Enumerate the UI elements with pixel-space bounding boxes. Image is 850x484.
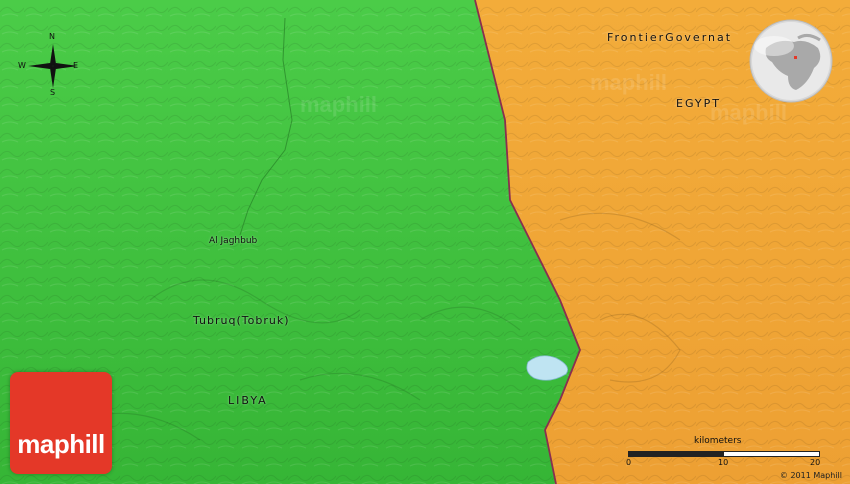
globe-locator-icon (749, 19, 833, 103)
watermark: maphill (590, 70, 668, 95)
region-label-frontier: FrontierGovernat (607, 31, 733, 44)
compass-east: E (73, 61, 79, 70)
terrain-map (0, 0, 850, 484)
region-label-tubruq: Tubruq(Tobruk) (193, 314, 290, 327)
scale-bar: kilometers 0 10 20 (624, 436, 824, 470)
copyright-text: © 2011 Maphill (779, 471, 842, 480)
maphill-logo-text: maphill (17, 429, 105, 459)
town-label-jaghbub: Al Jaghbub (209, 236, 258, 246)
scale-tick-20: 20 (810, 458, 821, 467)
compass-north: N (49, 32, 55, 41)
compass-rose: N S E W (18, 32, 88, 98)
compass-west: W (18, 61, 26, 70)
country-label-libya: LIBYA (228, 394, 268, 407)
scale-bar-graphic (628, 451, 820, 457)
map-canvas[interactable]: maphill maphill maphill N S E W Frontier… (0, 0, 850, 484)
scale-tick-0: 0 (626, 458, 632, 467)
scale-title: kilometers (694, 436, 742, 446)
scale-tick-10: 10 (718, 458, 729, 467)
country-label-egypt: EGYPT (676, 97, 721, 110)
watermark: maphill (300, 92, 378, 117)
maphill-logo[interactable]: maphill (10, 372, 112, 474)
compass-south: S (50, 88, 56, 97)
